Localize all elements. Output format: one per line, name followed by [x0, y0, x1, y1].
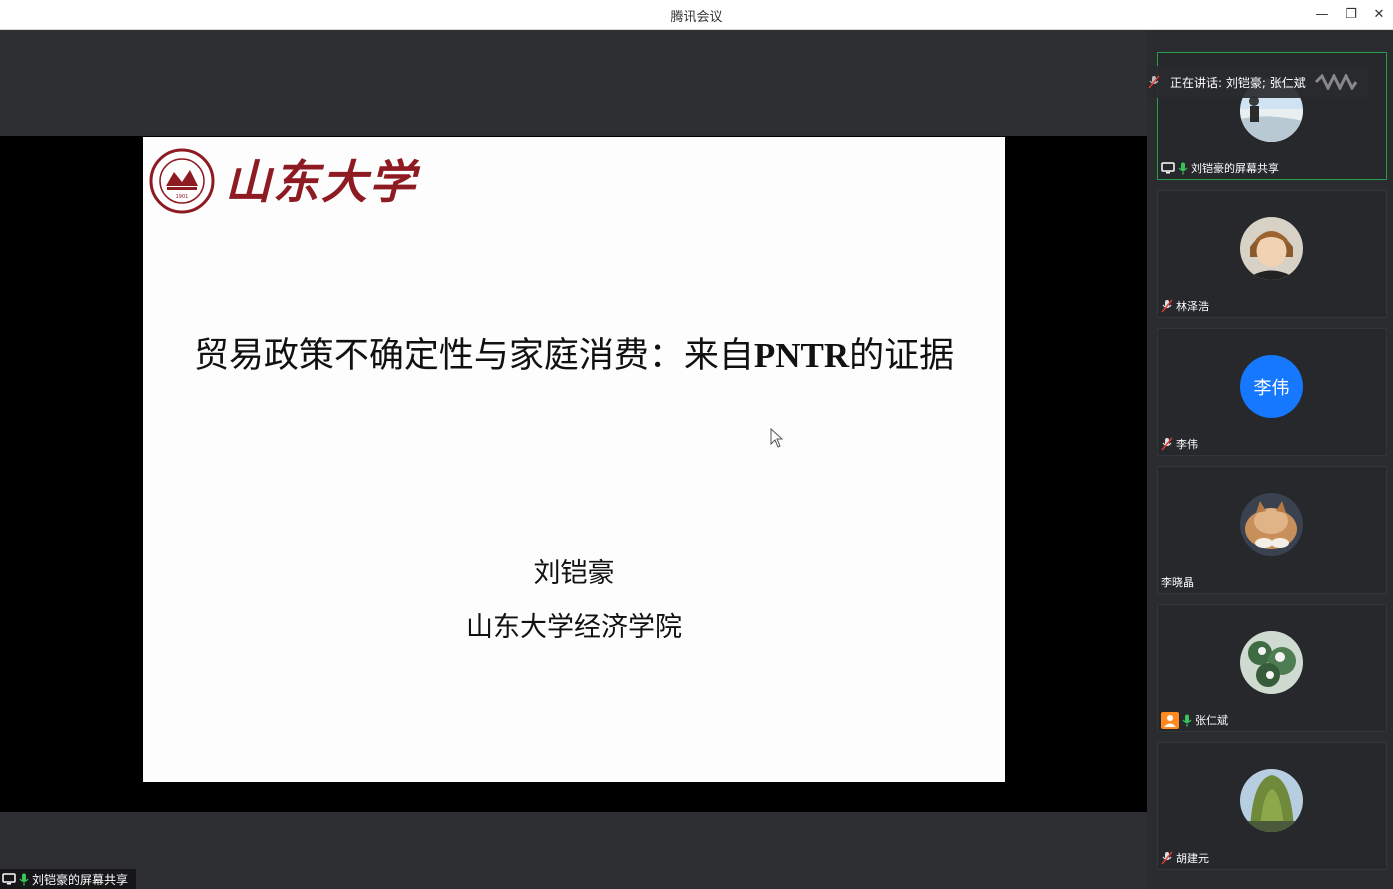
- avatar: [1240, 769, 1303, 832]
- screen-share-label: 刘铠豪的屏幕共享: [32, 872, 129, 887]
- window-titlebar: 腾讯会议 — ❐ ✕: [0, 0, 1393, 30]
- mic-muted-icon: [1161, 299, 1173, 313]
- mic-muted-icon: [1161, 437, 1173, 451]
- avatar-initials-text: 李伟: [1253, 377, 1290, 399]
- slide-author: 刘铠豪: [533, 558, 615, 589]
- minimize-button[interactable]: —: [1309, 3, 1335, 25]
- university-seal-icon: 1901: [149, 148, 215, 214]
- participant-name: 林泽浩: [1176, 300, 1209, 313]
- mic-on-icon: [1178, 162, 1188, 174]
- tile-footer: 胡建元: [1161, 849, 1209, 867]
- slide-title-part2: 的证据: [849, 336, 955, 376]
- main-stage: 1901 山东大学 贸易政策不确定性与家庭消费：来自PNTR的证据 刘铠豪 山东…: [0, 30, 1147, 889]
- participant-tile[interactable]: 林泽浩: [1157, 190, 1387, 318]
- participant-tile[interactable]: 胡建元: [1157, 742, 1387, 870]
- restore-button[interactable]: ❐: [1338, 3, 1364, 25]
- avatar: [1240, 493, 1303, 556]
- avatar: [1240, 217, 1303, 280]
- participant-name: 张仁斌: [1195, 714, 1228, 727]
- screen-share-icon: [1161, 162, 1175, 174]
- participant-tile[interactable]: 李伟 李伟: [1157, 328, 1387, 456]
- host-icon: [1161, 711, 1179, 729]
- participant-name: 胡建元: [1176, 852, 1209, 865]
- participant-tile[interactable]: 李晓晶: [1157, 466, 1387, 594]
- mic-muted-icon: [1161, 851, 1173, 865]
- close-button[interactable]: ✕: [1366, 3, 1392, 25]
- tile-footer: 刘铠豪的屏幕共享: [1161, 159, 1279, 177]
- tile-footer: 林泽浩: [1161, 297, 1209, 315]
- window-title: 腾讯会议: [670, 10, 723, 25]
- participant-sidebar[interactable]: 刘铠豪的屏幕共享 正在讲话: 刘铠豪; 张仁斌 林泽浩 李伟 李伟 李晓晶 张仁…: [1147, 30, 1393, 889]
- participant-name: 刘铠豪的屏幕共享: [1191, 162, 1279, 175]
- presentation-slide: 1901 山东大学 贸易政策不确定性与家庭消费：来自PNTR的证据 刘铠豪 山东…: [143, 137, 1005, 782]
- mic-on-icon: [19, 873, 29, 885]
- mic-muted-icon: [1148, 75, 1160, 89]
- tile-footer: 张仁斌: [1161, 711, 1228, 729]
- slide-title-latin: PNTR: [753, 336, 850, 375]
- avatar: [1240, 631, 1303, 694]
- mouse-cursor-icon: [770, 428, 784, 448]
- participant-name: 李伟: [1176, 438, 1198, 451]
- speaking-indicator: 正在讲话: 刘铠豪; 张仁斌: [1147, 66, 1369, 98]
- tile-footer: 李伟: [1161, 435, 1198, 453]
- mic-on-icon: [1182, 714, 1192, 726]
- participant-tile[interactable]: 张仁斌: [1157, 604, 1387, 732]
- tile-footer: 李晓晶: [1161, 573, 1194, 591]
- avatar-initials: 李伟: [1240, 355, 1303, 418]
- audio-wave-icon: [1314, 74, 1357, 90]
- slide-title: 贸易政策不确定性与家庭消费：来自PNTR的证据: [143, 327, 1005, 378]
- speaking-label: 正在讲话: 刘铠豪; 张仁斌: [1170, 75, 1306, 90]
- university-logo-text: 山东大学: [225, 155, 417, 209]
- slide-title-part1: 贸易政策不确定性与家庭消费：来自: [193, 336, 754, 376]
- screen-share-tag: 刘铠豪的屏幕共享: [0, 869, 137, 889]
- slide-institution: 山东大学经济学院: [466, 612, 682, 643]
- participant-name: 李晓晶: [1161, 576, 1194, 589]
- svg-text:1901: 1901: [176, 194, 189, 200]
- screen-share-icon: [2, 873, 16, 885]
